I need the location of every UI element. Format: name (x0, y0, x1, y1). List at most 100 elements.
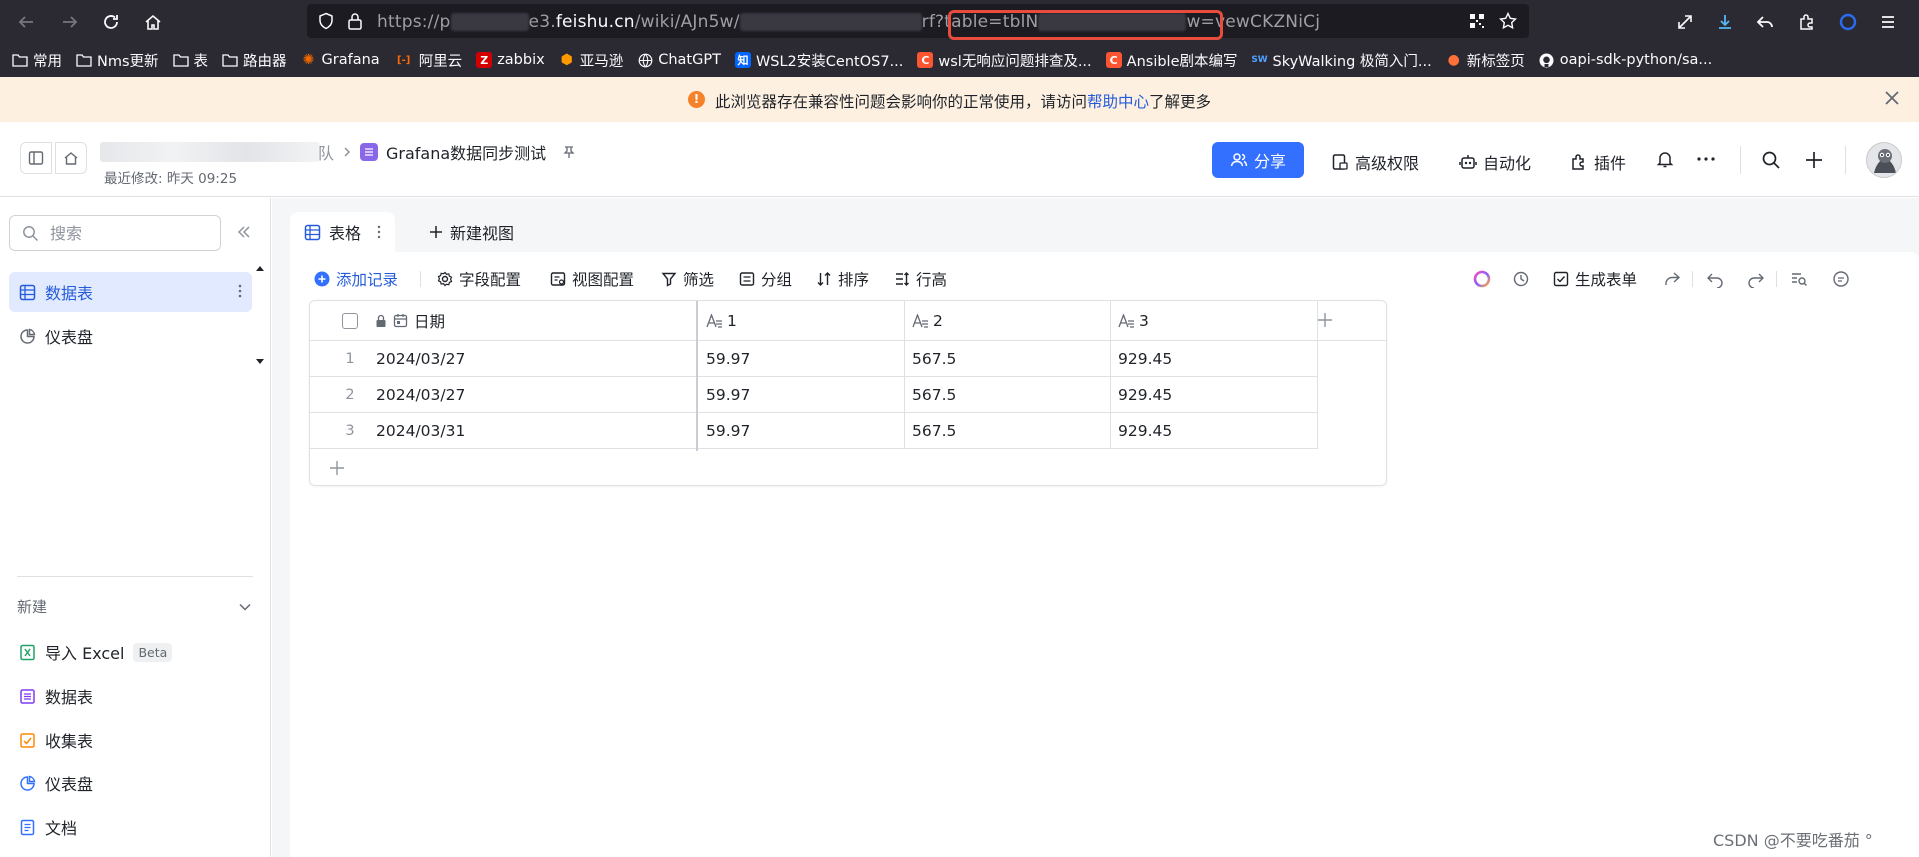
sidebar-scrollbar[interactable] (252, 261, 268, 369)
cell-col-3[interactable]: 929.45 (1110, 341, 1317, 377)
expand-icon[interactable] (1673, 10, 1697, 34)
new-dashboard[interactable]: 仪表盘 (19, 771, 93, 795)
search-icon[interactable] (1761, 150, 1781, 170)
add-record-button[interactable]: 添加记录 (314, 266, 398, 292)
bookmark-item[interactable]: 知 WSL2安装CentOS7... (734, 50, 903, 71)
tab-grid-view[interactable]: 表格 (290, 212, 396, 252)
select-all-checkbox[interactable] (342, 312, 358, 329)
history-icon[interactable] (1512, 270, 1530, 288)
bookmark-item[interactable]: C Ansible剧本编写 (1105, 50, 1238, 71)
qr-code-icon[interactable] (1469, 13, 1485, 29)
column-header-1[interactable]: 1 (698, 301, 904, 341)
new-doc[interactable]: 文档 (19, 815, 77, 839)
new-view-button[interactable]: 新建视图 (429, 212, 514, 252)
group-button[interactable]: 分组 (739, 266, 792, 292)
undo-icon[interactable] (1706, 270, 1724, 288)
bookmark-item[interactable]: Cwsl无响应问题排查及... (917, 50, 1092, 71)
sidebar-search[interactable] (9, 215, 221, 251)
cell-col-1[interactable]: 59.97 (698, 341, 904, 377)
cell-col-2[interactable]: 567.5 (904, 341, 1110, 377)
cell-col-1[interactable]: 59.97 (698, 377, 904, 413)
new-import-excel[interactable]: 导入 Excel Beta (19, 640, 173, 664)
find-icon[interactable] (1790, 270, 1808, 288)
bookmark-item[interactable]: [-] 阿里云 (394, 50, 462, 71)
breadcrumb-team[interactable]: 队 (318, 140, 334, 164)
ai-assistant-icon[interactable] (1472, 269, 1492, 289)
share-button[interactable]: 分享 (1212, 142, 1304, 178)
comment-icon[interactable] (1832, 270, 1850, 288)
form-icon (20, 732, 35, 748)
home-button[interactable] (55, 142, 87, 174)
star-icon[interactable] (1499, 12, 1517, 30)
help-center-link[interactable]: 帮助中心 (1087, 93, 1149, 111)
sort-button[interactable]: 排序 (816, 266, 869, 292)
filter-button[interactable]: 筛选 (661, 266, 714, 292)
redo-icon[interactable] (1747, 270, 1765, 288)
sidebar-item-data-table[interactable]: 数据表 (9, 272, 252, 312)
more-vertical-icon[interactable] (238, 283, 242, 299)
new-form[interactable]: 收集表 (19, 728, 93, 752)
collapse-sidebar-icon[interactable] (236, 224, 252, 240)
cell-date[interactable]: 2024/03/27 (375, 341, 697, 377)
bookmark-item[interactable]: ✺ Grafana (301, 52, 380, 68)
close-icon[interactable] (1882, 88, 1902, 108)
download-icon[interactable] (1713, 10, 1737, 34)
advanced-permissions-button[interactable]: 高级权限 (1331, 150, 1419, 174)
cell-col-2[interactable]: 567.5 (904, 413, 1110, 449)
row-height-button[interactable]: 行高 (894, 266, 947, 292)
shield-icon[interactable] (317, 12, 335, 30)
more-vertical-icon[interactable] (377, 225, 381, 239)
search-input[interactable] (50, 222, 210, 244)
field-config-button[interactable]: 字段配置 (437, 266, 521, 292)
cell-col-2[interactable]: 567.5 (904, 377, 1110, 413)
view-config-button[interactable]: 视图配置 (550, 266, 634, 292)
more-icon[interactable] (1696, 150, 1716, 168)
bookmark-item[interactable]: 常用 (12, 50, 62, 71)
share-arrow-icon[interactable] (1663, 270, 1681, 288)
frozen-column-divider[interactable] (696, 301, 698, 451)
home-button[interactable] (139, 8, 167, 36)
sidebar-item-dashboard[interactable]: 仪表盘 (9, 316, 252, 356)
cell-col-3[interactable]: 929.45 (1110, 377, 1317, 413)
account-icon[interactable] (1836, 10, 1860, 34)
bookmark-item[interactable]: ⬢ 亚马逊 (559, 50, 624, 71)
bell-icon[interactable] (1656, 150, 1674, 168)
cell-col-3[interactable]: 929.45 (1110, 413, 1317, 449)
generate-form-button[interactable]: 生成表单 (1553, 266, 1637, 292)
bookmark-item[interactable]: ● 新标签页 (1446, 50, 1525, 71)
text-field-icon (912, 313, 928, 328)
extensions-icon[interactable] (1795, 10, 1819, 34)
bookmark-item[interactable]: 路由器 (222, 50, 287, 71)
add-row-button[interactable] (328, 459, 346, 477)
bookmark-item[interactable]: ChatGPT (637, 52, 721, 68)
pin-icon[interactable] (562, 145, 576, 159)
doc-title[interactable]: Grafana数据同步测试 (386, 140, 546, 164)
column-header-date[interactable]: 日期 (375, 301, 697, 341)
avatar[interactable] (1866, 142, 1902, 178)
reply-icon[interactable] (1753, 10, 1777, 34)
bookmark-item[interactable]: SW SkyWalking 极简入门... (1251, 50, 1431, 71)
url-bar[interactable]: https://p e3.feishu.cn/wiki/AJn5w/rf?tabl… (307, 4, 1529, 40)
bookmark-item[interactable]: 表 (172, 50, 208, 71)
cell-col-1[interactable]: 59.97 (698, 413, 904, 449)
automation-button[interactable]: 自动化 (1459, 150, 1531, 174)
toggle-sidebar-button[interactable] (20, 142, 52, 174)
cell-date[interactable]: 2024/03/27 (375, 377, 697, 413)
back-button[interactable] (12, 8, 40, 36)
add-column-button[interactable] (1315, 310, 1335, 330)
bookmark-item[interactable]: oapi-sdk-python/sa... (1539, 52, 1712, 68)
lock-icon[interactable] (347, 12, 363, 30)
new-section-header[interactable]: 新建 (17, 596, 253, 617)
plus-icon[interactable] (1804, 150, 1824, 170)
new-data-table[interactable]: 数据表 (19, 684, 93, 708)
cell-date[interactable]: 2024/03/31 (375, 413, 697, 449)
select-all-cell[interactable] (310, 301, 375, 341)
plugins-button[interactable]: 插件 (1570, 150, 1626, 174)
bookmark-item[interactable]: Zzabbix (476, 52, 545, 68)
reload-button[interactable] (97, 8, 125, 36)
forward-button[interactable] (56, 8, 84, 36)
menu-icon[interactable] (1876, 10, 1900, 34)
column-header-3[interactable]: 3 (1110, 301, 1317, 341)
bookmark-item[interactable]: Nms更新 (76, 50, 159, 71)
column-header-2[interactable]: 2 (904, 301, 1110, 341)
